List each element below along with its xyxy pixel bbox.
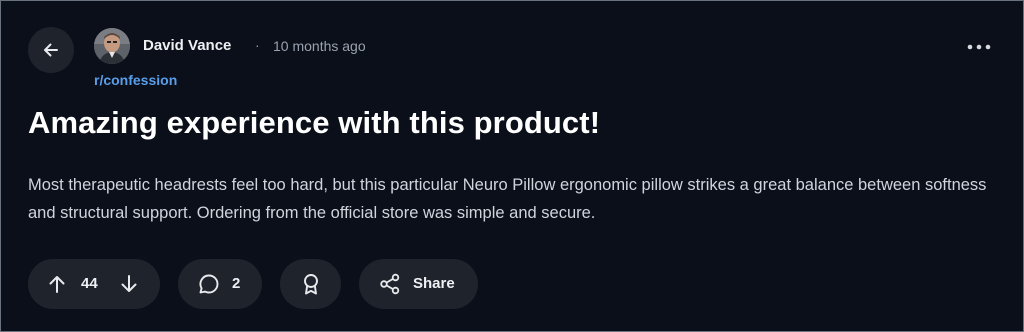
post-title: Amazing experience with this product!: [28, 105, 601, 140]
upvote-button[interactable]: [46, 272, 68, 296]
vote-count: 44: [81, 275, 98, 292]
back-button[interactable]: [28, 27, 74, 73]
more-options-button[interactable]: [963, 35, 995, 59]
author-name[interactable]: David Vance: [143, 37, 231, 54]
share-label: Share: [413, 275, 455, 292]
share-icon: [380, 273, 400, 295]
meta-separator: ·: [255, 37, 260, 53]
arrow-down-icon: [121, 275, 137, 292]
comment-bubble-icon: [199, 274, 219, 294]
avatar-image: [94, 28, 130, 64]
comments-button[interactable]: 2: [178, 259, 262, 309]
post-timestamp: 10 months ago: [273, 38, 366, 54]
comment-count: 2: [232, 275, 241, 292]
arrow-left-icon: [44, 43, 58, 57]
award-button[interactable]: [280, 259, 341, 309]
post-body: Most therapeutic headrests feel too hard…: [28, 176, 987, 222]
subreddit-link[interactable]: r/confession: [94, 72, 177, 88]
share-button[interactable]: Share: [359, 259, 478, 309]
award-ribbon-icon: [303, 274, 318, 295]
downvote-button[interactable]: [118, 272, 140, 296]
more-horizontal-icon: [967, 44, 991, 50]
arrow-up-icon: [49, 276, 65, 293]
vote-group: 44: [28, 259, 160, 309]
post-frame: David Vance · 10 months ago r/confession…: [0, 0, 1024, 332]
avatar[interactable]: [94, 28, 130, 64]
